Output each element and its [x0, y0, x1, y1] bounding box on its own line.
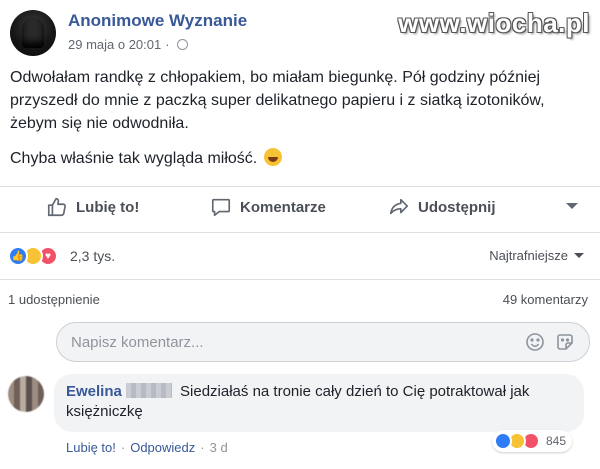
- reaction-count[interactable]: 2,3 tys.: [70, 248, 115, 264]
- comment-time[interactable]: 3 d: [210, 440, 228, 455]
- share-options-chevron-icon[interactable]: [566, 203, 578, 209]
- comment-actions-separator: ·: [120, 440, 126, 455]
- divider-actions: [0, 232, 600, 233]
- comment-reaction-count: 845: [545, 434, 566, 448]
- comments-count[interactable]: 49 komentarzy: [503, 292, 588, 307]
- comment-author[interactable]: Ewelina: [66, 383, 122, 400]
- share-arrow-icon: [389, 198, 409, 215]
- comment-like-link[interactable]: Lubię to!: [66, 440, 116, 455]
- stats-row: 1 udostępnienie 49 komentarzy: [8, 292, 592, 310]
- comment-button[interactable]: Komentarze: [210, 196, 326, 218]
- speech-bubble-icon: [211, 198, 231, 217]
- comment-reply-link[interactable]: Odpowiedz: [130, 440, 195, 455]
- post-paragraph-2: Chyba właśnie tak wygląda miłość.: [10, 147, 590, 170]
- chevron-down-icon: [574, 253, 584, 258]
- sort-label: Najtrafniejsze: [489, 248, 568, 263]
- comment-sort-dropdown[interactable]: Najtrafniejsze: [489, 248, 584, 263]
- comment-input[interactable]: Napisz komentarz...: [56, 322, 590, 362]
- like-button[interactable]: Lubię to!: [46, 196, 139, 218]
- comment-reactions[interactable]: 845: [491, 430, 572, 452]
- grinning-face-icon: [263, 148, 282, 166]
- like-reaction-icon: 👍: [8, 246, 28, 266]
- divider-top: [0, 186, 600, 187]
- like-button-label: Lubię to!: [76, 198, 140, 216]
- comment-actions-separator: ·: [200, 440, 205, 455]
- divider-reactions: [0, 279, 600, 280]
- action-bar: Lubię to! Komentarze Udostępnij: [0, 188, 600, 226]
- post-paragraph-2-text: Chyba właśnie tak wygląda miłość.: [10, 150, 258, 167]
- post-date[interactable]: 29 maja o 20:01: [68, 37, 161, 52]
- sticker-icon[interactable]: [555, 332, 575, 352]
- blurred-surname: [125, 383, 172, 398]
- smiley-icon[interactable]: [525, 332, 545, 352]
- reaction-icons[interactable]: 👍 ♥: [8, 246, 62, 266]
- post-meta: 29 maja o 20:01 ·: [68, 37, 188, 52]
- like-reaction-icon: [493, 432, 512, 450]
- post-body: Odwołałam randkę z chłopakiem, bo miałam…: [10, 66, 590, 170]
- globe-icon: [176, 39, 188, 50]
- comment-reaction-icons: [493, 432, 540, 450]
- reactions-row: 👍 ♥ 2,3 tys. Najtrafniejsze: [8, 244, 592, 268]
- comment-input-placeholder: Napisz komentarz...: [71, 334, 204, 351]
- comment-text-block: Ewelina Siedziałaś na tronie cały dzień …: [66, 382, 572, 422]
- commenter-avatar[interactable]: [8, 376, 44, 412]
- watermark: www.wiocha.pl: [398, 8, 590, 38]
- comment-button-label: Komentarze: [240, 198, 326, 216]
- shares-count[interactable]: 1 udostępnienie: [8, 292, 100, 307]
- page-name[interactable]: Anonimowe Wyznanie: [68, 11, 247, 31]
- thumbs-up-icon: [47, 197, 66, 217]
- post-paragraph-1: Odwołałam randkę z chłopakiem, bo miałam…: [10, 69, 545, 132]
- share-button[interactable]: Udostępnij: [388, 196, 496, 218]
- hooded-figure-image: [22, 18, 44, 48]
- share-button-label: Udostępnij: [418, 198, 496, 216]
- comment-bubble: Ewelina Siedziałaś na tronie cały dzień …: [54, 374, 584, 432]
- page-avatar[interactable]: [10, 10, 56, 56]
- meta-separator: ·: [165, 37, 170, 52]
- comment-actions: Lubię to! · Odpowiedz · 3 d: [66, 440, 228, 455]
